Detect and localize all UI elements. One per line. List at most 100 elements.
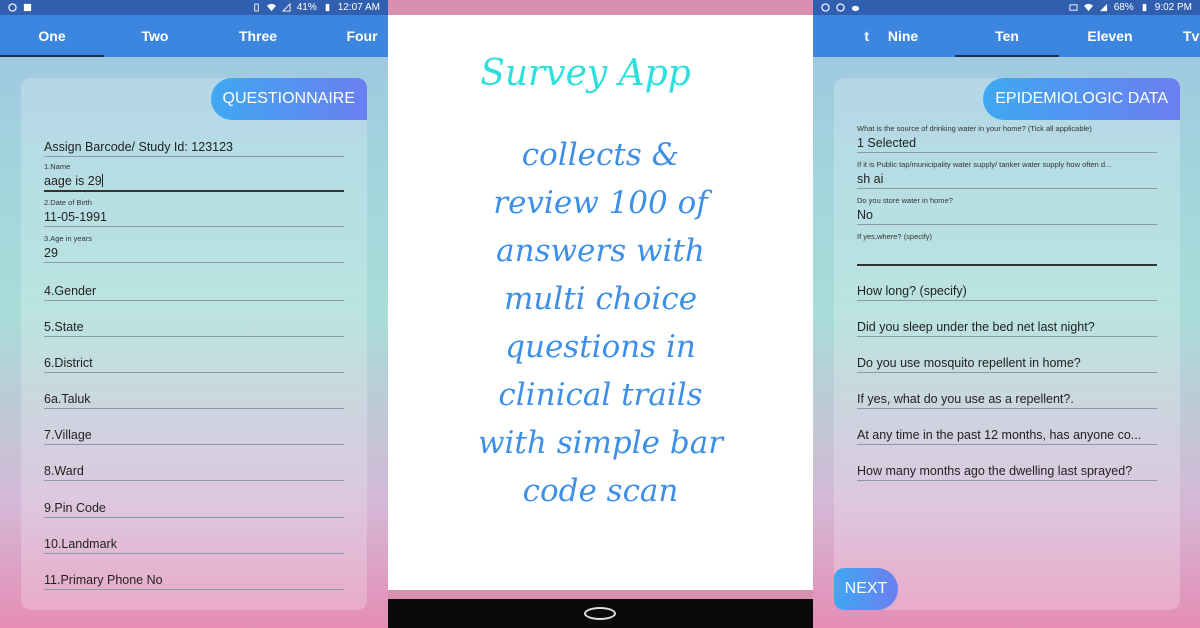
- status-bar: 68% 9:02 PM: [813, 0, 1200, 15]
- tab-four[interactable]: Four: [310, 15, 388, 57]
- field-label: If it is Public tap/municipality water s…: [857, 160, 1112, 169]
- card-title: QUESTIONNAIRE: [210, 78, 367, 120]
- promo-line: multi choice: [503, 281, 698, 317]
- dwelling-sprayed-field[interactable]: How many months ago the dwelling last sp…: [857, 462, 1157, 481]
- whatsapp-icon: [836, 3, 845, 12]
- wifi-icon: [1083, 3, 1093, 12]
- battery-icon: [325, 3, 330, 12]
- tab-ten[interactable]: Ten: [955, 15, 1059, 57]
- field-value: 6.District: [44, 356, 93, 370]
- pin-code-field[interactable]: 9.Pin Code: [44, 499, 344, 518]
- promo-line: questions in: [505, 329, 696, 365]
- promo-line: collects &: [521, 137, 680, 173]
- tab-eleven[interactable]: Eleven: [1058, 15, 1162, 57]
- field-label: 1.Name: [44, 162, 71, 171]
- field-value: No: [857, 208, 873, 222]
- field-value: 5.State: [44, 320, 84, 334]
- field-value: 8.Ward: [44, 464, 84, 478]
- tab-bar: One Two Three Four: [0, 15, 388, 57]
- promo-line: clinical trails: [498, 377, 703, 413]
- how-long-field[interactable]: How long? (specify): [857, 282, 1157, 301]
- repellent-use-field[interactable]: Do you use mosquito repellent in home?: [857, 354, 1157, 373]
- tab-partial-right[interactable]: Tv: [1183, 15, 1200, 57]
- bed-net-field[interactable]: Did you sleep under the bed net last nig…: [857, 318, 1157, 337]
- field-value: Did you sleep under the bed net last nig…: [857, 320, 1095, 334]
- right-phone-screen: 68% 9:02 PM t Nine Ten Eleven Tv EPIDEMI…: [813, 0, 1200, 628]
- status-time: 9:02 PM: [1154, 2, 1192, 13]
- field-value: 11-05-1991: [44, 210, 108, 224]
- card-title: EPIDEMIOLOGIC DATA: [983, 78, 1180, 120]
- field-value: 11.Primary Phone No: [44, 573, 163, 587]
- field-value: 6a.Taluk: [44, 392, 91, 406]
- tab-bar: t Nine Ten Eleven Tv: [813, 15, 1200, 57]
- ward-field[interactable]: 8.Ward: [44, 462, 344, 481]
- name-field[interactable]: 1.Name aage is 29: [44, 162, 344, 192]
- field-label: If yes,where? (specify): [857, 232, 933, 241]
- district-field[interactable]: 6.District: [44, 354, 344, 373]
- field-value: Do you use mosquito repellent in home?: [857, 356, 1081, 370]
- field-value: aage is 29: [44, 174, 102, 188]
- left-phone-screen: 41% 12:07 AM One Two Three Four QUESTION…: [0, 0, 388, 628]
- status-bar: 41% 12:07 AM: [0, 0, 388, 15]
- landmark-field[interactable]: 10.Landmark: [44, 535, 344, 554]
- promo-panel: Survey App collects & review 100 of answ…: [388, 15, 813, 590]
- tab-nine[interactable]: Nine: [851, 15, 955, 57]
- barcode-field[interactable]: Assign Barcode/ Study Id: 123123: [44, 138, 344, 157]
- battery-percent: 68%: [1113, 2, 1134, 13]
- promo-line: answers with: [496, 233, 705, 269]
- promo-line: review 100 of: [493, 185, 708, 221]
- tab-two[interactable]: Two: [103, 15, 207, 57]
- water-source-field[interactable]: What is the source of drinking water in …: [857, 124, 1157, 153]
- field-value: sh ai: [857, 172, 884, 186]
- sync-icon: [821, 3, 830, 12]
- promo-line: code scan: [522, 473, 679, 509]
- questionnaire-card: QUESTIONNAIRE Assign Barcode/ Study Id: …: [21, 78, 367, 610]
- field-label: 2.Date of Birth: [44, 198, 92, 207]
- field-value: At any time in the past 12 months, has a…: [857, 428, 1142, 442]
- store-water-field[interactable]: Do you store water in home? No: [857, 196, 1157, 225]
- android-nav-bar: [388, 599, 813, 628]
- storage-location-field[interactable]: If yes,where? (specify): [857, 232, 1157, 266]
- village-field[interactable]: 7.Village: [44, 426, 344, 445]
- promo-line: with simple bar: [477, 425, 724, 461]
- field-value: 4.Gender: [44, 284, 97, 298]
- field-label: Do you store water in home?: [857, 196, 953, 205]
- next-button[interactable]: NEXT: [834, 568, 898, 610]
- promo-title: Survey App: [480, 53, 691, 94]
- tab-three[interactable]: Three: [206, 15, 310, 57]
- field-value: 1 Selected: [857, 136, 917, 150]
- whatsapp-icon: [8, 3, 17, 12]
- field-value: Assign Barcode/ Study Id: 123123: [44, 140, 234, 154]
- taluk-field[interactable]: 6a.Taluk: [44, 390, 344, 409]
- supply-frequency-field[interactable]: If it is Public tap/municipality water s…: [857, 160, 1157, 189]
- battery-percent: 41%: [296, 2, 317, 13]
- date-of-birth-field[interactable]: 2.Date of Birth 11-05-1991: [44, 198, 344, 227]
- field-label: What is the source of drinking water in …: [857, 124, 1092, 133]
- promo-description: collects & review 100 of answers with mu…: [388, 131, 813, 515]
- past-12-months-field[interactable]: At any time in the past 12 months, has a…: [857, 426, 1157, 445]
- image-icon: [23, 3, 32, 12]
- cloud-icon: [851, 5, 860, 12]
- text-cursor: [101, 174, 103, 187]
- signal-icon: [1099, 3, 1107, 12]
- state-field[interactable]: 5.State: [44, 318, 344, 337]
- status-time: 12:07 AM: [337, 2, 380, 13]
- field-value: 10.Landmark: [44, 537, 117, 551]
- home-button-icon[interactable]: [584, 607, 616, 620]
- wifi-icon: [266, 3, 276, 12]
- vibrate-icon: [253, 3, 259, 12]
- field-value: 7.Village: [44, 428, 92, 442]
- field-value: 9.Pin Code: [44, 501, 106, 515]
- battery-icon: [1142, 3, 1147, 12]
- repellent-type-field[interactable]: If yes, what do you use as a repellent?.: [857, 390, 1157, 409]
- field-value: 29: [44, 246, 58, 260]
- tab-one[interactable]: One: [0, 15, 104, 57]
- age-field[interactable]: 3.Age in years 29: [44, 234, 344, 263]
- gender-field[interactable]: 4.Gender: [44, 282, 344, 301]
- field-value: How long? (specify): [857, 284, 967, 298]
- primary-phone-field[interactable]: 11.Primary Phone No: [44, 571, 344, 590]
- field-label: 3.Age in years: [44, 234, 92, 243]
- signal-icon: [281, 3, 291, 12]
- cast-icon: [1069, 4, 1078, 11]
- field-value: If yes, what do you use as a repellent?.: [857, 392, 1074, 406]
